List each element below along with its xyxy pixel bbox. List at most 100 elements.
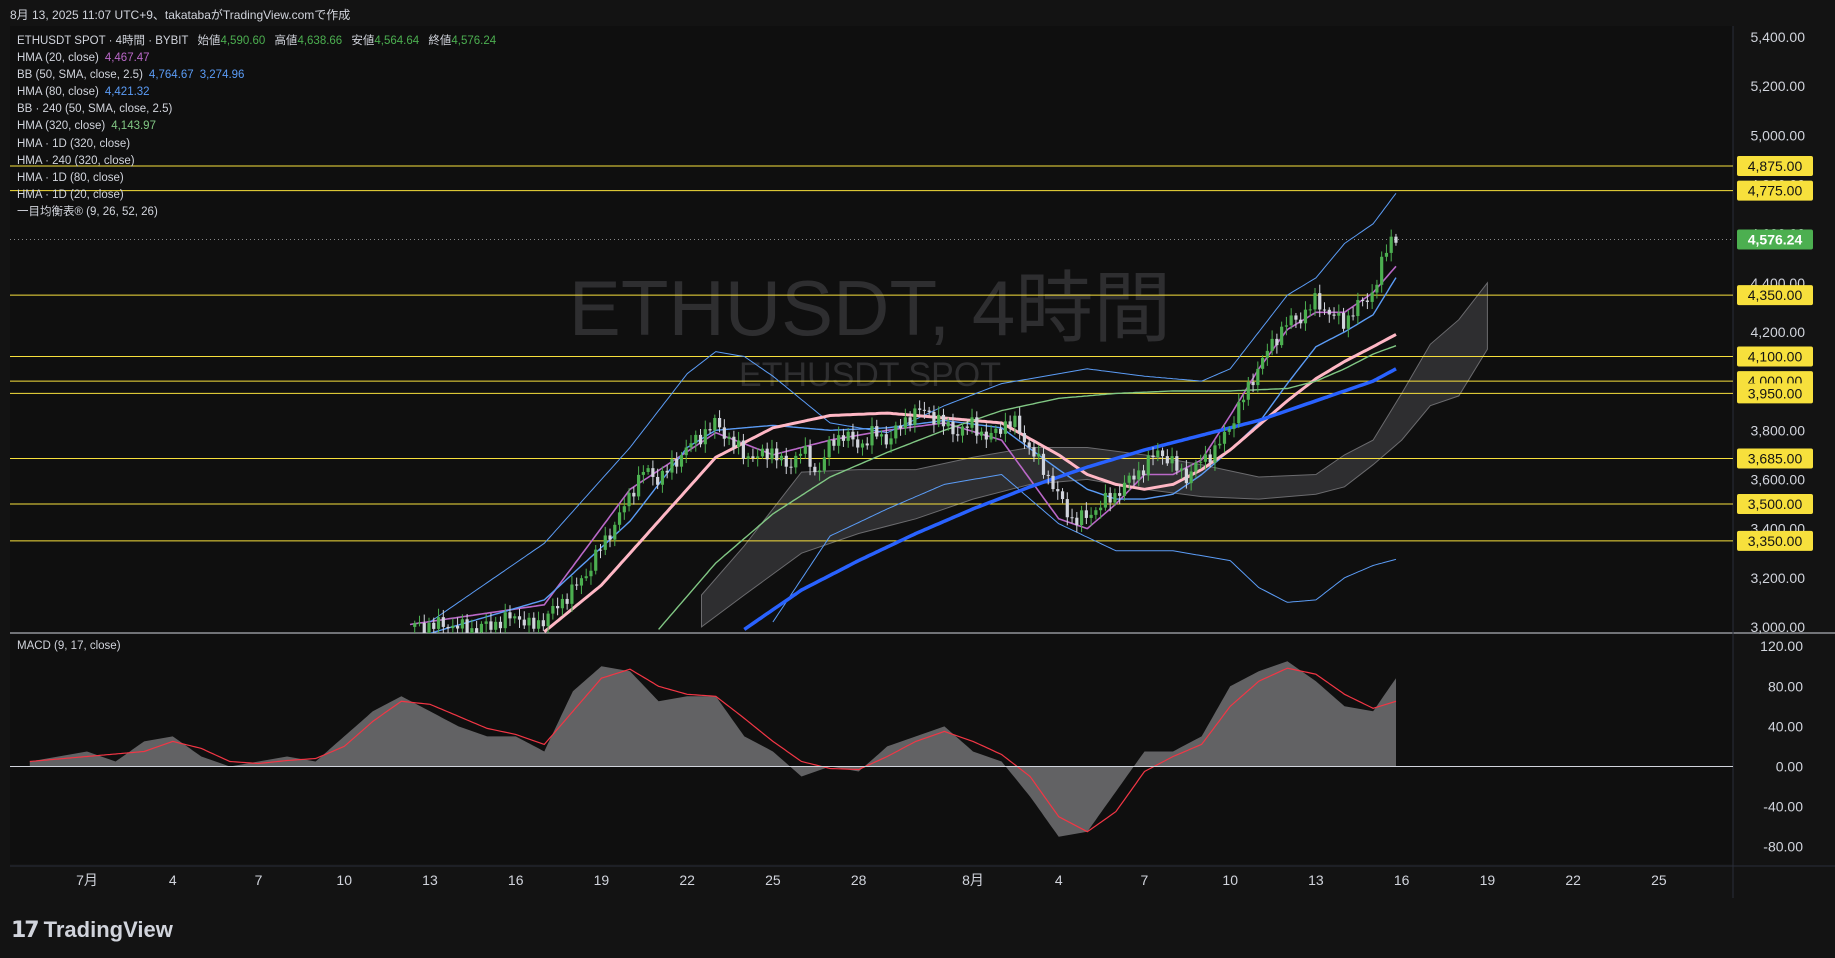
- candle-body: [760, 448, 765, 457]
- candle-body: [903, 417, 907, 429]
- time-tick-label: 19: [594, 872, 610, 888]
- candle-body: [1299, 319, 1303, 324]
- candle-body: [632, 492, 636, 497]
- legend-indicator[interactable]: BB (50, SMA, close, 2.5) 4,764.67 3,274.96: [17, 67, 496, 84]
- candle-body: [522, 619, 526, 626]
- candle-body: [532, 617, 536, 629]
- candle-body: [1051, 475, 1055, 490]
- candle-body: [498, 621, 503, 629]
- candle-body: [608, 535, 612, 540]
- legend-indicator[interactable]: 一目均衡表® (9, 26, 52, 26): [17, 204, 496, 221]
- candle-body: [1122, 482, 1127, 496]
- legend-indicator[interactable]: HMA · 1D (20, close): [17, 187, 496, 204]
- candle-body: [603, 535, 607, 550]
- candle-body: [918, 408, 922, 410]
- candle-body: [713, 417, 717, 431]
- candle-body: [636, 474, 641, 497]
- candle-body: [1141, 470, 1146, 476]
- time-tick-label: 7: [255, 872, 263, 888]
- candle-body: [1227, 428, 1231, 432]
- candle-body: [1384, 252, 1389, 257]
- candle-body: [1070, 517, 1074, 519]
- indicator-value: 4,143.97: [111, 120, 156, 133]
- legend-indicator[interactable]: HMA · 1D (80, close): [17, 170, 496, 187]
- candle-body: [813, 466, 817, 473]
- legend-indicator[interactable]: HMA (320, close) 4,143.97: [17, 118, 496, 135]
- candle-body: [479, 623, 484, 633]
- candle-body: [913, 408, 917, 425]
- legend-indicator[interactable]: BB · 240 (50, SMA, close, 2.5): [17, 101, 496, 118]
- candle-body: [1322, 309, 1327, 311]
- price-tick-label: 3,800.00: [1751, 422, 1806, 438]
- candle-body: [851, 431, 855, 440]
- macd-tick-label: -40.00: [1763, 799, 1803, 815]
- candle-body: [465, 619, 469, 633]
- candle-body: [1037, 453, 1041, 457]
- candle-body: [894, 425, 898, 439]
- candle-body: [1251, 381, 1255, 386]
- candle-body: [1303, 309, 1308, 324]
- candle-body: [965, 426, 969, 428]
- candle-body: [1003, 421, 1007, 434]
- time-tick-label: 10: [1222, 872, 1238, 888]
- candle-body: [770, 448, 774, 460]
- candle-body: [951, 421, 955, 435]
- candle-body: [413, 623, 417, 627]
- indicator-name: HMA (320, close): [17, 120, 106, 133]
- price-tick-label: 3,600.00: [1751, 471, 1806, 487]
- time-tick-label: 7月: [76, 872, 98, 888]
- candle-body: [422, 623, 426, 633]
- candle-body: [508, 612, 512, 619]
- candle-body: [1351, 315, 1355, 317]
- legend-indicator[interactable]: HMA (20, close) 4,467.47: [17, 50, 496, 67]
- legend-indicator[interactable]: HMA · 240 (320, close): [17, 153, 496, 170]
- candle-body: [794, 455, 798, 468]
- candle-body: [1237, 402, 1241, 424]
- price-tick-label: 5,400.00: [1751, 29, 1806, 45]
- candle-body: [775, 448, 779, 461]
- open-value: 4,590.60: [220, 35, 266, 47]
- candle-body: [1380, 256, 1384, 285]
- candle-body: [1099, 507, 1103, 511]
- tradingview-logo[interactable]: 17 TradingView: [11, 917, 173, 943]
- candle-body: [1341, 312, 1346, 329]
- indicator-name: BB (50, SMA, close, 2.5): [17, 69, 143, 82]
- candle-body: [589, 570, 593, 577]
- close-label: 終値: [428, 35, 452, 47]
- candle-body: [970, 417, 974, 428]
- candle-body: [1065, 499, 1069, 518]
- candle-body: [1084, 510, 1088, 518]
- indicator-name: HMA · 1D (20, close): [17, 188, 124, 201]
- candle-body: [665, 470, 669, 473]
- candle-body: [1165, 456, 1169, 464]
- candle-body: [565, 598, 569, 604]
- candle-body: [517, 616, 522, 620]
- macd-legend[interactable]: MACD (9, 17, close): [17, 640, 121, 652]
- legend-indicator[interactable]: HMA · 1D (320, close): [17, 136, 496, 153]
- candle-body: [441, 617, 445, 627]
- candle-body: [875, 426, 879, 437]
- candle-body: [1146, 455, 1150, 476]
- candle-body: [546, 613, 550, 627]
- candle-body: [579, 578, 584, 586]
- candle-body: [751, 456, 755, 458]
- time-tick-label: 7: [1141, 872, 1149, 888]
- candle-body: [865, 443, 869, 446]
- candle-body: [1127, 475, 1131, 483]
- macd-tick-label: 0.00: [1776, 759, 1803, 775]
- candle-body: [1184, 468, 1188, 484]
- candle-body: [1189, 471, 1193, 484]
- candle-body: [937, 414, 941, 425]
- candle-body: [1241, 399, 1246, 403]
- low-label: 安値: [351, 35, 375, 47]
- candle-body: [1056, 489, 1060, 492]
- symbol-ohlc-line[interactable]: ETHUSDT SPOT · 4時間 · BYBIT 始値4,590.60 高値…: [17, 33, 496, 50]
- candle-body: [1218, 443, 1222, 446]
- candle-body: [1013, 415, 1017, 427]
- candle-body: [684, 447, 688, 456]
- price-tick-label: 4,200.00: [1751, 324, 1806, 340]
- candle-body: [694, 434, 698, 444]
- time-tick-label: 8月: [962, 872, 984, 888]
- candle-body: [722, 427, 726, 439]
- legend-indicator[interactable]: HMA (80, close) 4,421.32: [17, 84, 496, 101]
